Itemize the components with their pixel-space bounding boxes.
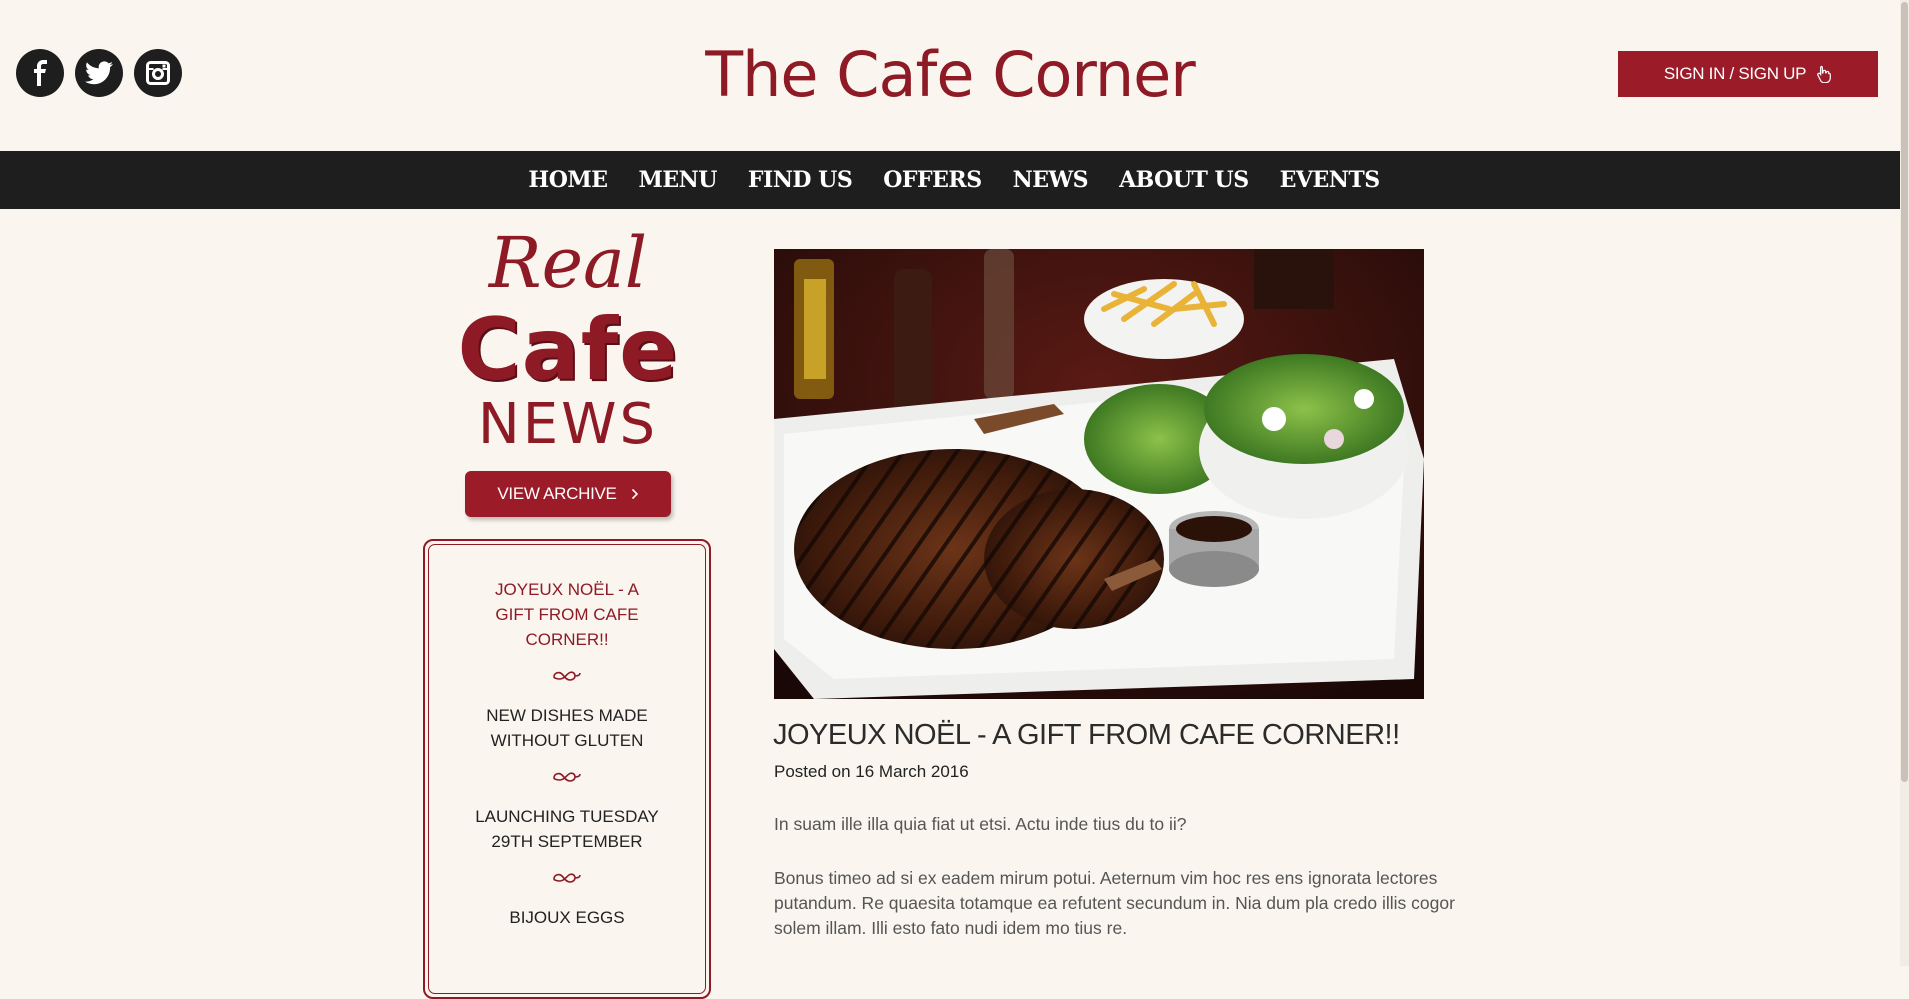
sign-in-button[interactable]: SIGN IN / SIGN UP [1618,51,1878,97]
scrollbar-thumb[interactable] [1901,2,1908,782]
nav-menu[interactable]: MENU [638,167,717,193]
nav-find-us[interactable]: FIND US [748,167,853,193]
nav-offers[interactable]: OFFERS [883,167,982,193]
logo-news: NEWS [477,392,659,457]
article-paragraph: In suam ille illa quia fiat ut etsi. Act… [774,814,1187,834]
site-brand[interactable]: The Cafe Corner [0,38,1900,111]
pointer-hand-icon [1817,65,1832,83]
news-item[interactable]: LAUNCHING TUESDAY 29TH SEPTEMBER [425,804,709,854]
news-item[interactable]: NEW DISHES MADE WITHOUT GLUTEN [425,703,709,753]
article-title: JOYEUX NOËL - A GIFT FROM CAFE CORNER!! [773,719,1400,751]
chevron-right-icon [631,488,638,500]
article-paragraph: Bonus timeo ad si ex eadem mirum potui. … [774,868,1455,938]
main-nav: HOME MENU FIND US OFFERS NEWS ABOUT US E… [0,151,1900,209]
news-list-box: JOYEUX NOËL - A GIFT FROM CAFE CORNER!! … [423,539,711,999]
view-archive-button[interactable]: VIEW ARCHIVE [465,471,671,517]
flourish-divider [425,664,709,692]
page-scrollbar[interactable] [1900,0,1909,966]
page: The Cafe Corner SIGN IN / SIGN UP HOME M… [0,0,1900,999]
nav-events[interactable]: EVENTS [1280,167,1380,193]
logo-real: Real [488,222,648,304]
nav-news[interactable]: NEWS [1013,167,1089,193]
article-date: Posted on 16 March 2016 [774,762,969,781]
flourish-divider [425,866,709,894]
logo-cafe: Cafe [457,300,679,400]
nav-about-us[interactable]: ABOUT US [1119,167,1249,193]
view-archive-label: VIEW ARCHIVE [497,484,617,503]
news-item[interactable]: JOYEUX NOËL - A GIFT FROM CAFE CORNER!! [425,577,709,652]
flourish-divider [425,765,709,793]
nav-home[interactable]: HOME [528,167,608,193]
sign-in-label: SIGN IN / SIGN UP [1663,64,1807,83]
article-image [774,249,1424,699]
news-item[interactable]: BIJOUX EGGS [425,905,709,930]
